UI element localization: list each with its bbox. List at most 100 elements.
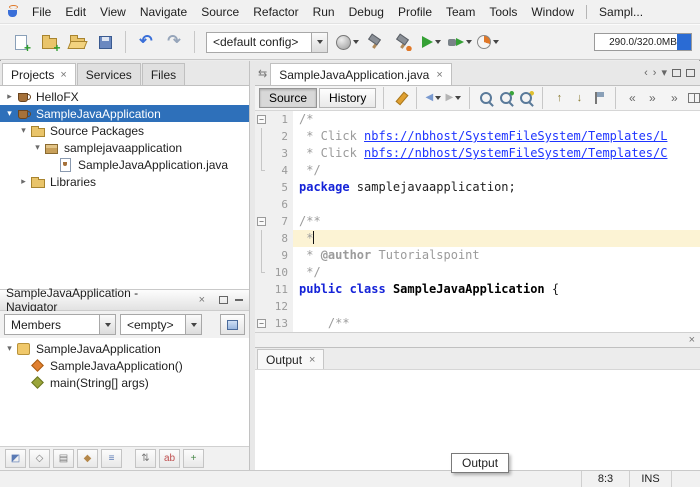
dropdown-arrow-icon[interactable] xyxy=(455,96,462,100)
menu-item-debug[interactable]: Debug xyxy=(342,1,391,23)
code-line[interactable]: − 7 /** xyxy=(255,213,700,230)
toggle-highlight-icon[interactable] xyxy=(517,89,535,108)
menu-item-run[interactable]: Run xyxy=(306,1,342,23)
code-line[interactable]: 11 public class SampleJavaApplication { xyxy=(255,281,700,298)
close-icon[interactable]: × xyxy=(60,69,66,81)
tab-projects[interactable]: Projects × xyxy=(2,63,76,85)
tab-list-icon[interactable]: ⇆ xyxy=(255,67,270,80)
menu-item-source[interactable]: Source xyxy=(194,1,246,23)
fold-toggle-icon[interactable]: − xyxy=(257,115,266,124)
scroll-tabs-right-icon[interactable]: › xyxy=(653,67,657,79)
dropdown-arrow-icon[interactable] xyxy=(493,40,499,44)
tree-collapsed-arrow-icon[interactable]: ▸ xyxy=(3,91,16,102)
profile-project-icon[interactable] xyxy=(475,29,501,55)
members-filter-dropdown[interactable]: Members xyxy=(4,314,116,335)
dropdown-arrow-icon[interactable] xyxy=(434,40,441,44)
show-static-filter-icon[interactable]: ▤ xyxy=(53,449,74,468)
history-button[interactable]: History xyxy=(319,88,377,108)
menu-item-view[interactable]: View xyxy=(93,1,133,23)
tab-services[interactable]: Services xyxy=(76,63,141,85)
previous-bookmark-icon[interactable]: ↑ xyxy=(550,89,568,108)
tree-item-samplejavaapplication[interactable]: SampleJavaApplication() xyxy=(0,357,249,374)
tree-item-libraries[interactable]: ▸ Libraries xyxy=(0,173,249,190)
toggle-bookmark-icon[interactable] xyxy=(590,89,608,108)
shift-right-icon[interactable]: » xyxy=(643,89,661,108)
dropdown-arrow-icon[interactable] xyxy=(466,40,472,44)
tree-expanded-arrow-icon[interactable]: ▾ xyxy=(3,343,16,354)
fold-gutter[interactable]: − xyxy=(255,111,268,128)
menu-item-navigate[interactable]: Navigate xyxy=(133,1,194,23)
editor-tab[interactable]: SampleJavaApplication.java × xyxy=(270,63,452,85)
save-all-icon[interactable] xyxy=(92,29,118,55)
fold-toggle-icon[interactable]: − xyxy=(257,319,266,328)
chevron-down-icon[interactable] xyxy=(99,315,115,334)
code-line[interactable]: 3 * Click nbfs://nbhost/SystemFileSystem… xyxy=(255,145,700,162)
secondary-filter-dropdown[interactable]: <empty> xyxy=(120,314,202,335)
code-line[interactable]: 10 */ xyxy=(255,264,700,281)
tree-expanded-arrow-icon[interactable]: ▾ xyxy=(3,108,16,119)
tree-expanded-arrow-icon[interactable]: ▾ xyxy=(31,142,44,153)
strip-close-icon[interactable]: × xyxy=(689,334,695,346)
code-line[interactable]: 4 */ xyxy=(255,162,700,179)
menu-item-tools[interactable]: Tools xyxy=(482,1,524,23)
split-icon[interactable] xyxy=(685,89,700,108)
menu-item-edit[interactable]: Edit xyxy=(58,1,93,23)
show-non-public-filter-icon[interactable]: ◆ xyxy=(77,449,98,468)
navigator-float-icon[interactable] xyxy=(219,296,229,304)
source-button[interactable]: Source xyxy=(259,88,318,108)
tree-item-samplejavaapplication[interactable]: ▾ SampleJavaApplication xyxy=(0,340,249,357)
navigator-close-icon[interactable]: × xyxy=(199,294,205,306)
find-occurrences-icon[interactable] xyxy=(497,89,515,108)
memory-gauge[interactable]: 290.0/320.0MB xyxy=(594,33,692,51)
code-line[interactable]: 12 xyxy=(255,298,700,315)
tab-files[interactable]: Files xyxy=(141,63,186,85)
menu-item-window[interactable]: Window xyxy=(524,1,581,23)
show-fields-filter-icon[interactable]: ◇ xyxy=(29,449,50,468)
code-line[interactable]: 2 * Click nbfs://nbhost/SystemFileSystem… xyxy=(255,128,700,145)
browser-icon[interactable] xyxy=(334,29,360,55)
expand-all-filter-icon[interactable]: + xyxy=(183,449,204,468)
tab-dropdown-icon[interactable]: ▾ xyxy=(661,67,667,79)
sort-by-name-filter-icon[interactable]: ≡ xyxy=(101,449,122,468)
fold-gutter[interactable]: − xyxy=(255,315,268,332)
new-file-icon[interactable] xyxy=(8,29,34,55)
run-project-icon[interactable] xyxy=(418,29,444,55)
open-project-icon[interactable] xyxy=(64,29,90,55)
fully-qualified-names-filter-icon[interactable]: ab xyxy=(159,449,180,468)
fold-gutter[interactable]: − xyxy=(255,213,268,230)
overflow-icon[interactable]: » xyxy=(665,89,683,108)
output-tab-close-icon[interactable]: × xyxy=(309,354,315,366)
build-project-icon[interactable] xyxy=(362,29,388,55)
menu-item-file[interactable]: File xyxy=(25,1,58,23)
tree-item-hellofx[interactable]: ▸ HelloFX xyxy=(0,88,249,105)
debug-project-icon[interactable] xyxy=(446,29,473,55)
sort-by-source-filter-icon[interactable]: ⇅ xyxy=(135,449,156,468)
scroll-tabs-left-icon[interactable]: ‹ xyxy=(644,67,648,79)
redo-icon[interactable]: ↷ xyxy=(161,29,187,55)
fold-toggle-icon[interactable]: − xyxy=(257,217,266,226)
output-tab[interactable]: Output × xyxy=(257,349,325,369)
code-line[interactable]: 9 * @author Tutorialspoint xyxy=(255,247,700,264)
dropdown-arrow-icon[interactable] xyxy=(435,96,442,100)
code-line[interactable]: − 1 /* xyxy=(255,111,700,128)
code-line[interactable]: −13 /** xyxy=(255,315,700,332)
menu-item-refactor[interactable]: Refactor xyxy=(246,1,305,23)
tree-item-samplejavaapplication-java[interactable]: SampleJavaApplication.java xyxy=(0,156,249,173)
code-line[interactable]: 8 * xyxy=(255,230,700,247)
restore-group-icon[interactable] xyxy=(672,69,681,77)
chevron-down-icon[interactable] xyxy=(185,315,201,334)
tree-collapsed-arrow-icon[interactable]: ▸ xyxy=(17,176,30,187)
menu-item-team[interactable]: Team xyxy=(439,1,482,23)
shift-left-icon[interactable]: « xyxy=(623,89,641,108)
chevron-down-icon[interactable] xyxy=(311,32,327,52)
projects-tree[interactable]: ▸ HelloFX ▾ SampleJavaApplication ▾ Source Pa… xyxy=(0,86,249,289)
menu-item-profile[interactable]: Profile xyxy=(391,1,439,23)
editor-code-area[interactable]: − 1 /* 2 * Click nbfs://nbhost/SystemFileSy… xyxy=(255,111,700,332)
editor-tab-close-icon[interactable]: × xyxy=(436,69,442,81)
forward-icon[interactable]: ▶ xyxy=(444,89,462,108)
back-icon[interactable]: ◀ xyxy=(424,89,442,108)
clean-build-project-icon[interactable] xyxy=(390,29,416,55)
tree-item-main-string-args[interactable]: main(String[] args) xyxy=(0,374,249,391)
code-line[interactable]: 5 package samplejavaapplication; xyxy=(255,179,700,196)
tree-item-samplejavaapplication[interactable]: ▾ samplejavaapplication xyxy=(0,139,249,156)
